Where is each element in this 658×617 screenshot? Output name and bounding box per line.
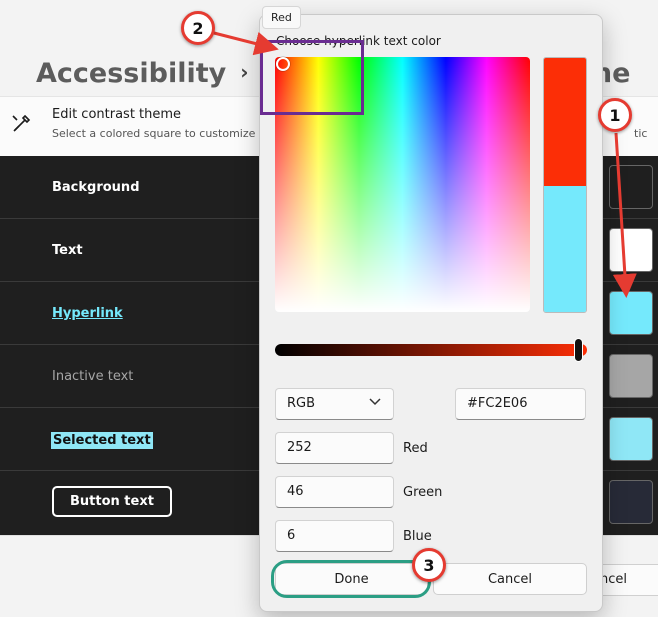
red-input[interactable]: 252 — [275, 432, 394, 464]
label-inactive-text: Inactive text — [52, 369, 134, 384]
page-cancel-button[interactable]: ncel — [595, 564, 658, 596]
edit-contrast-subtitle: Select a colored square to customize c — [52, 127, 265, 140]
preview-previous-color — [544, 186, 586, 312]
preview-new-color — [544, 58, 586, 186]
chevron-right-icon: › — [240, 60, 249, 84]
swatch-text[interactable] — [609, 228, 653, 272]
callout-3: 3 — [412, 548, 446, 582]
label-background: Background — [52, 180, 140, 195]
blue-input[interactable]: 6 — [275, 520, 394, 552]
swatch-button-text[interactable] — [609, 480, 653, 524]
breadcrumb-parent[interactable]: Accessibility — [36, 58, 226, 89]
blue-label: Blue — [403, 529, 432, 544]
cancel-button[interactable]: Cancel — [433, 563, 587, 595]
green-input[interactable]: 46 — [275, 476, 394, 508]
edit-contrast-right-text: tic — [634, 127, 648, 140]
green-label: Green — [403, 485, 443, 500]
done-highlight-ring — [271, 560, 431, 598]
callout-1: 1 — [598, 98, 632, 132]
red-label: Red — [403, 441, 428, 456]
swatch-selected-text[interactable] — [609, 417, 653, 461]
label-button-text: Button text — [52, 486, 172, 517]
edit-theme-icon — [12, 114, 31, 132]
value-slider-track[interactable] — [275, 344, 587, 356]
label-selected-text: Selected text — [51, 432, 153, 449]
edit-contrast-title: Edit contrast theme — [52, 107, 182, 122]
spectrum-tooltip: Red — [262, 6, 301, 29]
value-slider-thumb[interactable] — [574, 338, 583, 362]
spectrum-highlight-box — [260, 40, 364, 115]
color-preview — [543, 57, 587, 313]
label-text: Text — [52, 243, 83, 258]
swatch-inactive-text[interactable] — [609, 354, 653, 398]
label-hyperlink: Hyperlink — [52, 306, 123, 321]
chevron-down-icon — [369, 398, 381, 406]
swatch-hyperlink[interactable] — [609, 291, 653, 335]
callout-2: 2 — [181, 11, 215, 45]
hex-input[interactable]: #FC2E06 — [455, 388, 586, 420]
swatch-background[interactable] — [609, 165, 653, 209]
